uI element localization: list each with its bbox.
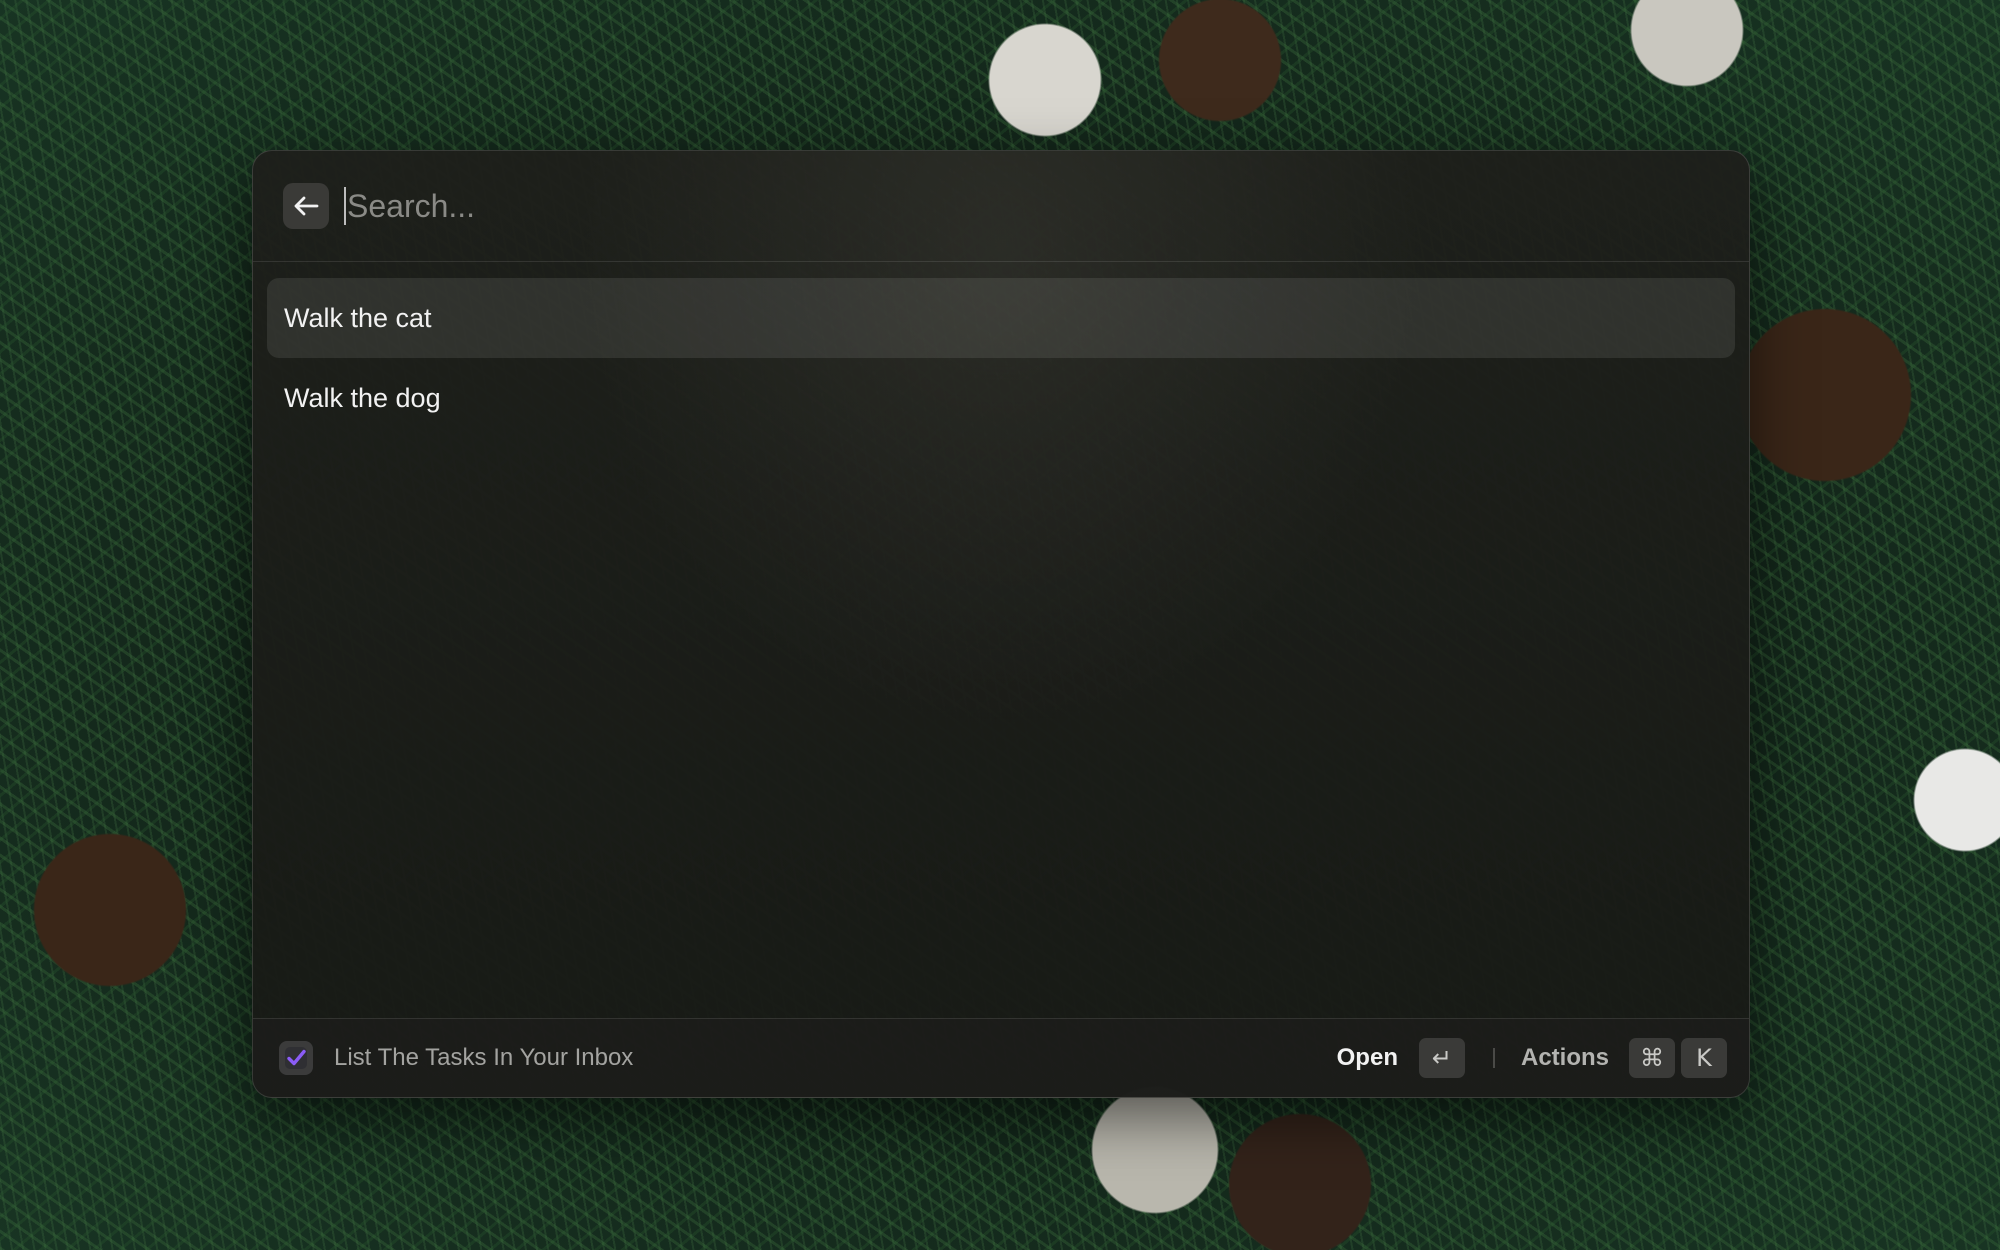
action-bar: List The Tasks In Your Inbox Open ↵ Acti… bbox=[253, 1018, 1749, 1097]
checkbox-check-icon bbox=[279, 1041, 313, 1075]
list-item[interactable]: Walk the dog bbox=[267, 358, 1735, 438]
arrow-left-icon bbox=[294, 196, 319, 216]
divider bbox=[1492, 1048, 1495, 1068]
open-action-button[interactable]: Open bbox=[1337, 1044, 1398, 1072]
list-item[interactable]: Walk the cat bbox=[267, 278, 1735, 358]
task-list: Walk the cat Walk the dog bbox=[267, 278, 1735, 438]
footer-actions: Open ↵ Actions ⌘ K bbox=[1337, 1019, 1727, 1097]
search-input[interactable] bbox=[343, 179, 1703, 233]
actions-menu-button[interactable]: Actions bbox=[1521, 1044, 1609, 1072]
extension-title: List The Tasks In Your Inbox bbox=[334, 1044, 634, 1071]
back-button[interactable] bbox=[283, 183, 329, 229]
text-caret bbox=[344, 187, 346, 225]
command-key-hint: ⌘ bbox=[1629, 1038, 1675, 1078]
command-palette-window: Walk the cat Walk the dog List The Tasks… bbox=[252, 150, 1750, 1098]
enter-key-hint: ↵ bbox=[1418, 1038, 1465, 1078]
search-bar bbox=[253, 151, 1749, 262]
task-title: Walk the cat bbox=[284, 302, 432, 333]
k-key-hint: K bbox=[1681, 1038, 1727, 1078]
task-title: Walk the dog bbox=[284, 382, 441, 413]
